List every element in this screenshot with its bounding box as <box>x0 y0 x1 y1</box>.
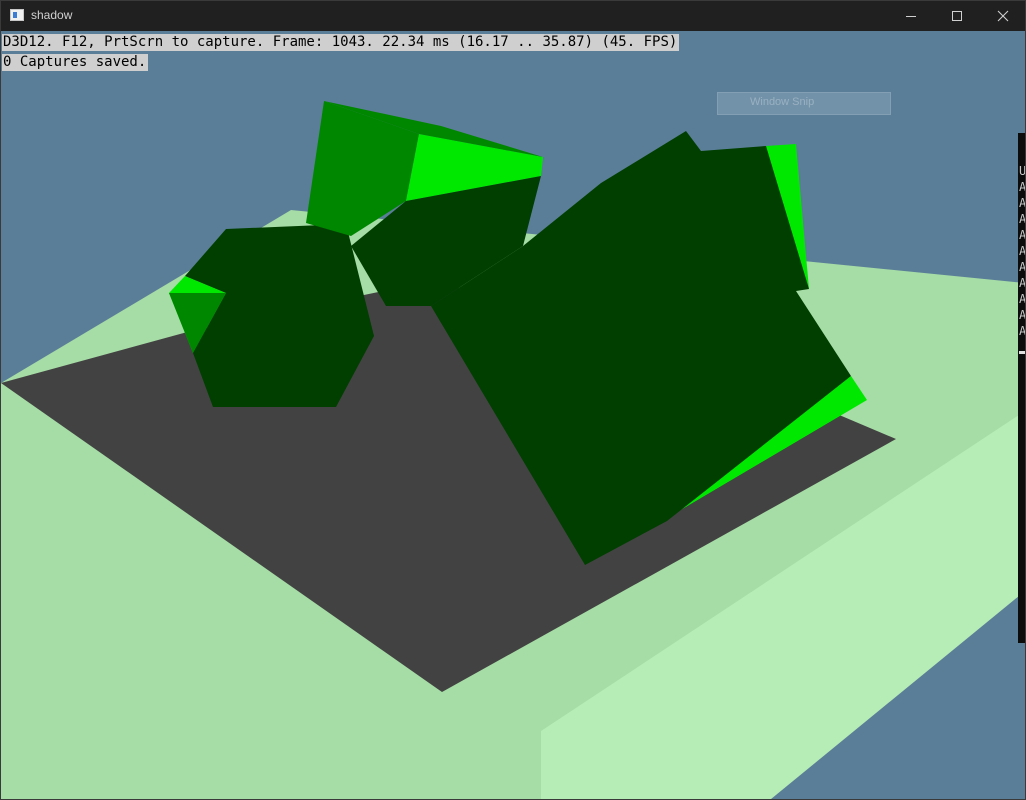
console-line: A <box>1019 259 1025 275</box>
console-line: A <box>1019 243 1025 259</box>
maximize-icon <box>952 11 962 21</box>
console-line: A <box>1019 275 1025 291</box>
maximize-button[interactable] <box>934 1 980 31</box>
window-title: shadow <box>31 8 73 22</box>
minimize-icon <box>906 16 916 17</box>
console-line: A <box>1019 211 1025 227</box>
window-snip-label: Window Snip <box>750 96 815 108</box>
app-window: shadow D3D12. F12, PrtScrn to capture. F… <box>0 0 1026 800</box>
console-line: A <box>1019 179 1025 195</box>
console-cursor <box>1019 351 1025 354</box>
console-line: U <box>1019 163 1025 179</box>
title-bar[interactable]: shadow <box>1 1 1025 31</box>
minimize-button[interactable] <box>888 1 934 31</box>
render-viewport[interactable]: D3D12. F12, PrtScrn to capture. Frame: 1… <box>1 31 1025 799</box>
console-line: A <box>1019 307 1025 323</box>
hud-captures-status: 0 Captures saved. <box>2 54 149 71</box>
console-line: A <box>1019 291 1025 307</box>
hud-frame-stats: D3D12. F12, PrtScrn to capture. Frame: 1… <box>2 34 680 51</box>
console-line: A <box>1019 323 1025 339</box>
close-button[interactable] <box>980 1 1025 31</box>
close-icon <box>997 10 1009 22</box>
window-app-icon <box>10 9 24 21</box>
console-window-edge[interactable]: U A A A A A A A A A A <box>1018 133 1025 643</box>
console-line: A <box>1019 227 1025 243</box>
window-snip-overlay[interactable]: Window Snip <box>717 92 891 115</box>
console-line: A <box>1019 195 1025 211</box>
3d-scene <box>1 31 1025 799</box>
